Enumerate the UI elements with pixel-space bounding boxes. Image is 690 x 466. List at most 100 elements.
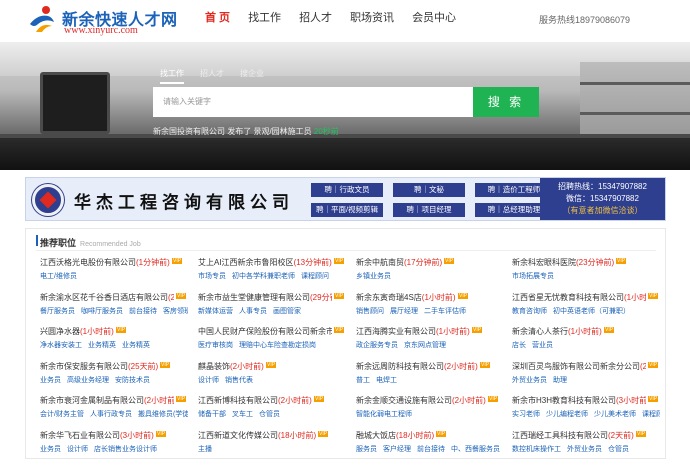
search-input[interactable]: 请输入关键字	[153, 87, 473, 117]
ad-tag[interactable]: 聘｜行政文员	[311, 183, 383, 197]
company-name-link[interactable]: 麒晶装饰(2小时前)	[198, 361, 264, 372]
company-name-link[interactable]: 新余市衰河金属制品有限公司(2小时前)	[40, 395, 174, 406]
job-card[interactable]: 江西省星无忧教育科技有限公司(1小时前)VIP 教育咨询师初中英语老师（可兼职）	[512, 292, 662, 328]
job-card[interactable]: 新余华飞石业有限公司(3小时前) VIP 业务员 设计师 店长销售业务设计师	[40, 430, 190, 466]
job-link[interactable]: 初中各学科兼职老师	[232, 273, 295, 280]
job-link[interactable]: 少儿美术老师	[594, 411, 636, 418]
company-name-link[interactable]: 新余中航南贸(17分钟前)	[356, 257, 442, 268]
job-card[interactable]: 融城大饭店(18小时前) VIP 服务员 客户经理 前台接待 中、西餐服务员	[356, 430, 506, 466]
search-button[interactable]: 搜 索	[473, 87, 539, 117]
job-link[interactable]: 净水器安装工	[40, 342, 82, 349]
job-card[interactable]: 新余东寅奇瑞4S店(1小时前) VIP 销售顾问 展厅经理 二手车评估师	[356, 292, 506, 328]
job-card[interactable]: 江西海腾实业有限公司(1小时前) VIP 政企服务专员 京东网点管理	[356, 326, 506, 362]
job-link[interactable]: 咖啡厅服务员	[81, 308, 123, 315]
job-link[interactable]: 教育咨询师	[512, 308, 547, 315]
job-card[interactable]: 新余市益生堂健康管理有限公司(29分钟...VIP 新媒体运营人事专员画图管家	[198, 292, 348, 328]
job-link[interactable]: 叉车工	[232, 411, 253, 418]
job-card[interactable]: 新余远周防科技有限公司(2小时前) VIP 普工 电焊工	[356, 361, 506, 397]
job-link[interactable]: 画图管家	[273, 308, 301, 315]
job-link[interactable]: 主播	[198, 446, 212, 453]
job-link[interactable]: 会计/财务主管	[40, 411, 84, 418]
tab-recruit[interactable]: 招人才	[200, 68, 224, 84]
job-link[interactable]: 前台接待	[417, 446, 445, 453]
job-link[interactable]: 销售代表	[225, 377, 253, 384]
job-card[interactable]: 麒晶装饰(2小时前) VIP 设计师 销售代表	[198, 361, 348, 397]
job-link[interactable]: 业务精英	[122, 342, 150, 349]
job-link[interactable]: 储备干部	[198, 411, 226, 418]
latest-post-ticker[interactable]: 新余国投资有限公司 发布了 景观/园林施工员 20秒前	[153, 126, 339, 137]
ad-tag[interactable]: 聘｜文秘	[393, 183, 465, 197]
job-link[interactable]: 电工/维修员	[40, 273, 77, 280]
nav-recruit[interactable]: 招人才	[290, 0, 341, 42]
company-name-link[interactable]: 新余渝水区花千谷香日酒店有限公司(23...	[40, 292, 174, 303]
company-name-link[interactable]: 新余金顺交通设施有限公司(2小时前)	[356, 395, 486, 406]
job-link[interactable]: 市场专员	[198, 273, 226, 280]
job-card[interactable]: 江西新道文化传媒公司(18小时前) VIP 主播	[198, 430, 348, 466]
job-link[interactable]: 初中英语老师（可兼职）	[553, 308, 630, 315]
job-link[interactable]: 设计师	[198, 377, 219, 384]
company-name-link[interactable]: 融城大饭店(18小时前)	[356, 430, 434, 441]
nav-career-news[interactable]: 职场资讯	[341, 0, 403, 42]
job-link[interactable]: 仓管员	[259, 411, 280, 418]
job-card[interactable]: 新余中航南贸(17分钟前) VIP 乡镇业务员	[356, 257, 506, 293]
job-link[interactable]: 业务精英	[88, 342, 116, 349]
company-name-link[interactable]: 江西新博科技有限公司(2小时前)	[198, 395, 312, 406]
nav-find-job[interactable]: 找工作	[239, 0, 290, 42]
job-link[interactable]: 设计师	[67, 446, 88, 453]
job-card[interactable]: 新余市保安服务有限公司(25天前) VIP 业务员 高级业务经理 安防技术员	[40, 361, 190, 397]
job-link[interactable]: 外贸业务员	[567, 446, 602, 453]
job-link[interactable]: 京东网点管理	[404, 342, 446, 349]
job-card[interactable]: 深圳百灵鸟服饰有限公司新余分公司(2小...VIP 外贸业务员助理	[512, 361, 662, 397]
job-link[interactable]: 搬具维修员(学徒工)	[138, 411, 188, 418]
job-link[interactable]: 客户经理	[383, 446, 411, 453]
company-name-link[interactable]: 中国人民财产保险股份有限公司新余市分...	[198, 326, 332, 337]
job-link[interactable]: 政企服务专员	[356, 342, 398, 349]
job-link[interactable]: 电焊工	[376, 377, 397, 384]
job-card[interactable]: 新余金顺交通设施有限公司(2小时前) VIP 智能化弱电工程师	[356, 395, 506, 431]
tab-search-company[interactable]: 搜企业	[240, 68, 264, 84]
job-link[interactable]: 店长销售业务设计师	[94, 446, 157, 453]
job-card[interactable]: 新余科宏眼科医院(23分钟前) VIP 市场拓展专员	[512, 257, 662, 293]
job-link[interactable]: 人事行政专员	[90, 411, 132, 418]
job-link[interactable]: 二手车评估师	[424, 308, 466, 315]
job-link[interactable]: 高级业务经理	[67, 377, 109, 384]
job-link[interactable]: 新媒体运营	[198, 308, 233, 315]
job-card[interactable]: 新余市衰河金属制品有限公司(2小时前)VIP 会计/财务主管人事行政专员搬具维修员…	[40, 395, 190, 431]
job-link[interactable]: 数控机床操作工	[512, 446, 561, 453]
job-link[interactable]: 课程顾问	[642, 411, 660, 418]
job-link[interactable]: 市场拓展专员	[512, 273, 554, 280]
company-ad-banner[interactable]: 华杰工程咨询有限公司 聘｜行政文员 聘｜文秘 聘｜造价工程师 聘｜平面/视频剪辑…	[25, 177, 666, 221]
job-link[interactable]: 展厅经理	[390, 308, 418, 315]
job-card[interactable]: 新余清心人茶行(1小时前) VIP 店长 营业员	[512, 326, 662, 362]
company-name-link[interactable]: 兴圆净水器(1小时前)	[40, 326, 114, 337]
job-link[interactable]: 外贸业务员	[512, 377, 547, 384]
job-link[interactable]: 销售顾问	[356, 308, 384, 315]
ad-tag[interactable]: 聘｜平面/视频剪辑	[311, 203, 383, 217]
job-link[interactable]: 课程顾问	[301, 273, 329, 280]
job-card[interactable]: 新余市H3H教育科技有限公司(3小时前)VIP 实习老师少儿编程老师少儿美术老师课…	[512, 395, 662, 431]
job-link[interactable]: 中、西餐服务员	[451, 446, 500, 453]
job-card[interactable]: 新余渝水区花千谷香日酒店有限公司(23...VIP 餐厅服务员咖啡厅服务员前台接待…	[40, 292, 190, 328]
company-name-link[interactable]: 新余东寅奇瑞4S店(1小时前)	[356, 292, 456, 303]
company-name-link[interactable]: 江西省星无忧教育科技有限公司(1小时前)	[512, 292, 646, 303]
nav-member-center[interactable]: 会员中心	[403, 0, 465, 42]
company-name-link[interactable]: 新余市H3H教育科技有限公司(3小时前)	[512, 395, 646, 406]
job-card[interactable]: 兴圆净水器(1小时前) VIP 净水器安装工 业务精英 业务精英	[40, 326, 190, 362]
job-link[interactable]: 实习老师	[512, 411, 540, 418]
job-link[interactable]: 店长	[512, 342, 526, 349]
job-link[interactable]: 理赔中心车险查勘定损岗	[239, 342, 316, 349]
nav-home[interactable]: 首 页	[196, 0, 239, 42]
job-link[interactable]: 服务员	[356, 446, 377, 453]
job-card[interactable]: 江西瑞经工具科技有限公司(2天前) VIP 数控机床操作工 外贸业务员 仓管员	[512, 430, 662, 466]
company-name-link[interactable]: 新余市益生堂健康管理有限公司(29分钟...	[198, 292, 332, 303]
job-link[interactable]: 业务员	[40, 446, 61, 453]
job-link[interactable]: 少儿编程老师	[546, 411, 588, 418]
company-name-link[interactable]: 江西沃格光电股份有限公司(1分钟前)	[40, 257, 170, 268]
job-link[interactable]: 客房领班	[163, 308, 188, 315]
tab-find-job[interactable]: 找工作	[160, 68, 184, 84]
job-card[interactable]: 江西沃格光电股份有限公司(1分钟前) VIP 电工/维修员	[40, 257, 190, 293]
job-link[interactable]: 业务员	[40, 377, 61, 384]
job-link[interactable]: 助理	[553, 377, 567, 384]
company-name-link[interactable]: 新余远周防科技有限公司(2小时前)	[356, 361, 478, 372]
company-name-link[interactable]: 艾上AI江西新余市鲁阳校区(13分钟前)	[198, 257, 332, 268]
